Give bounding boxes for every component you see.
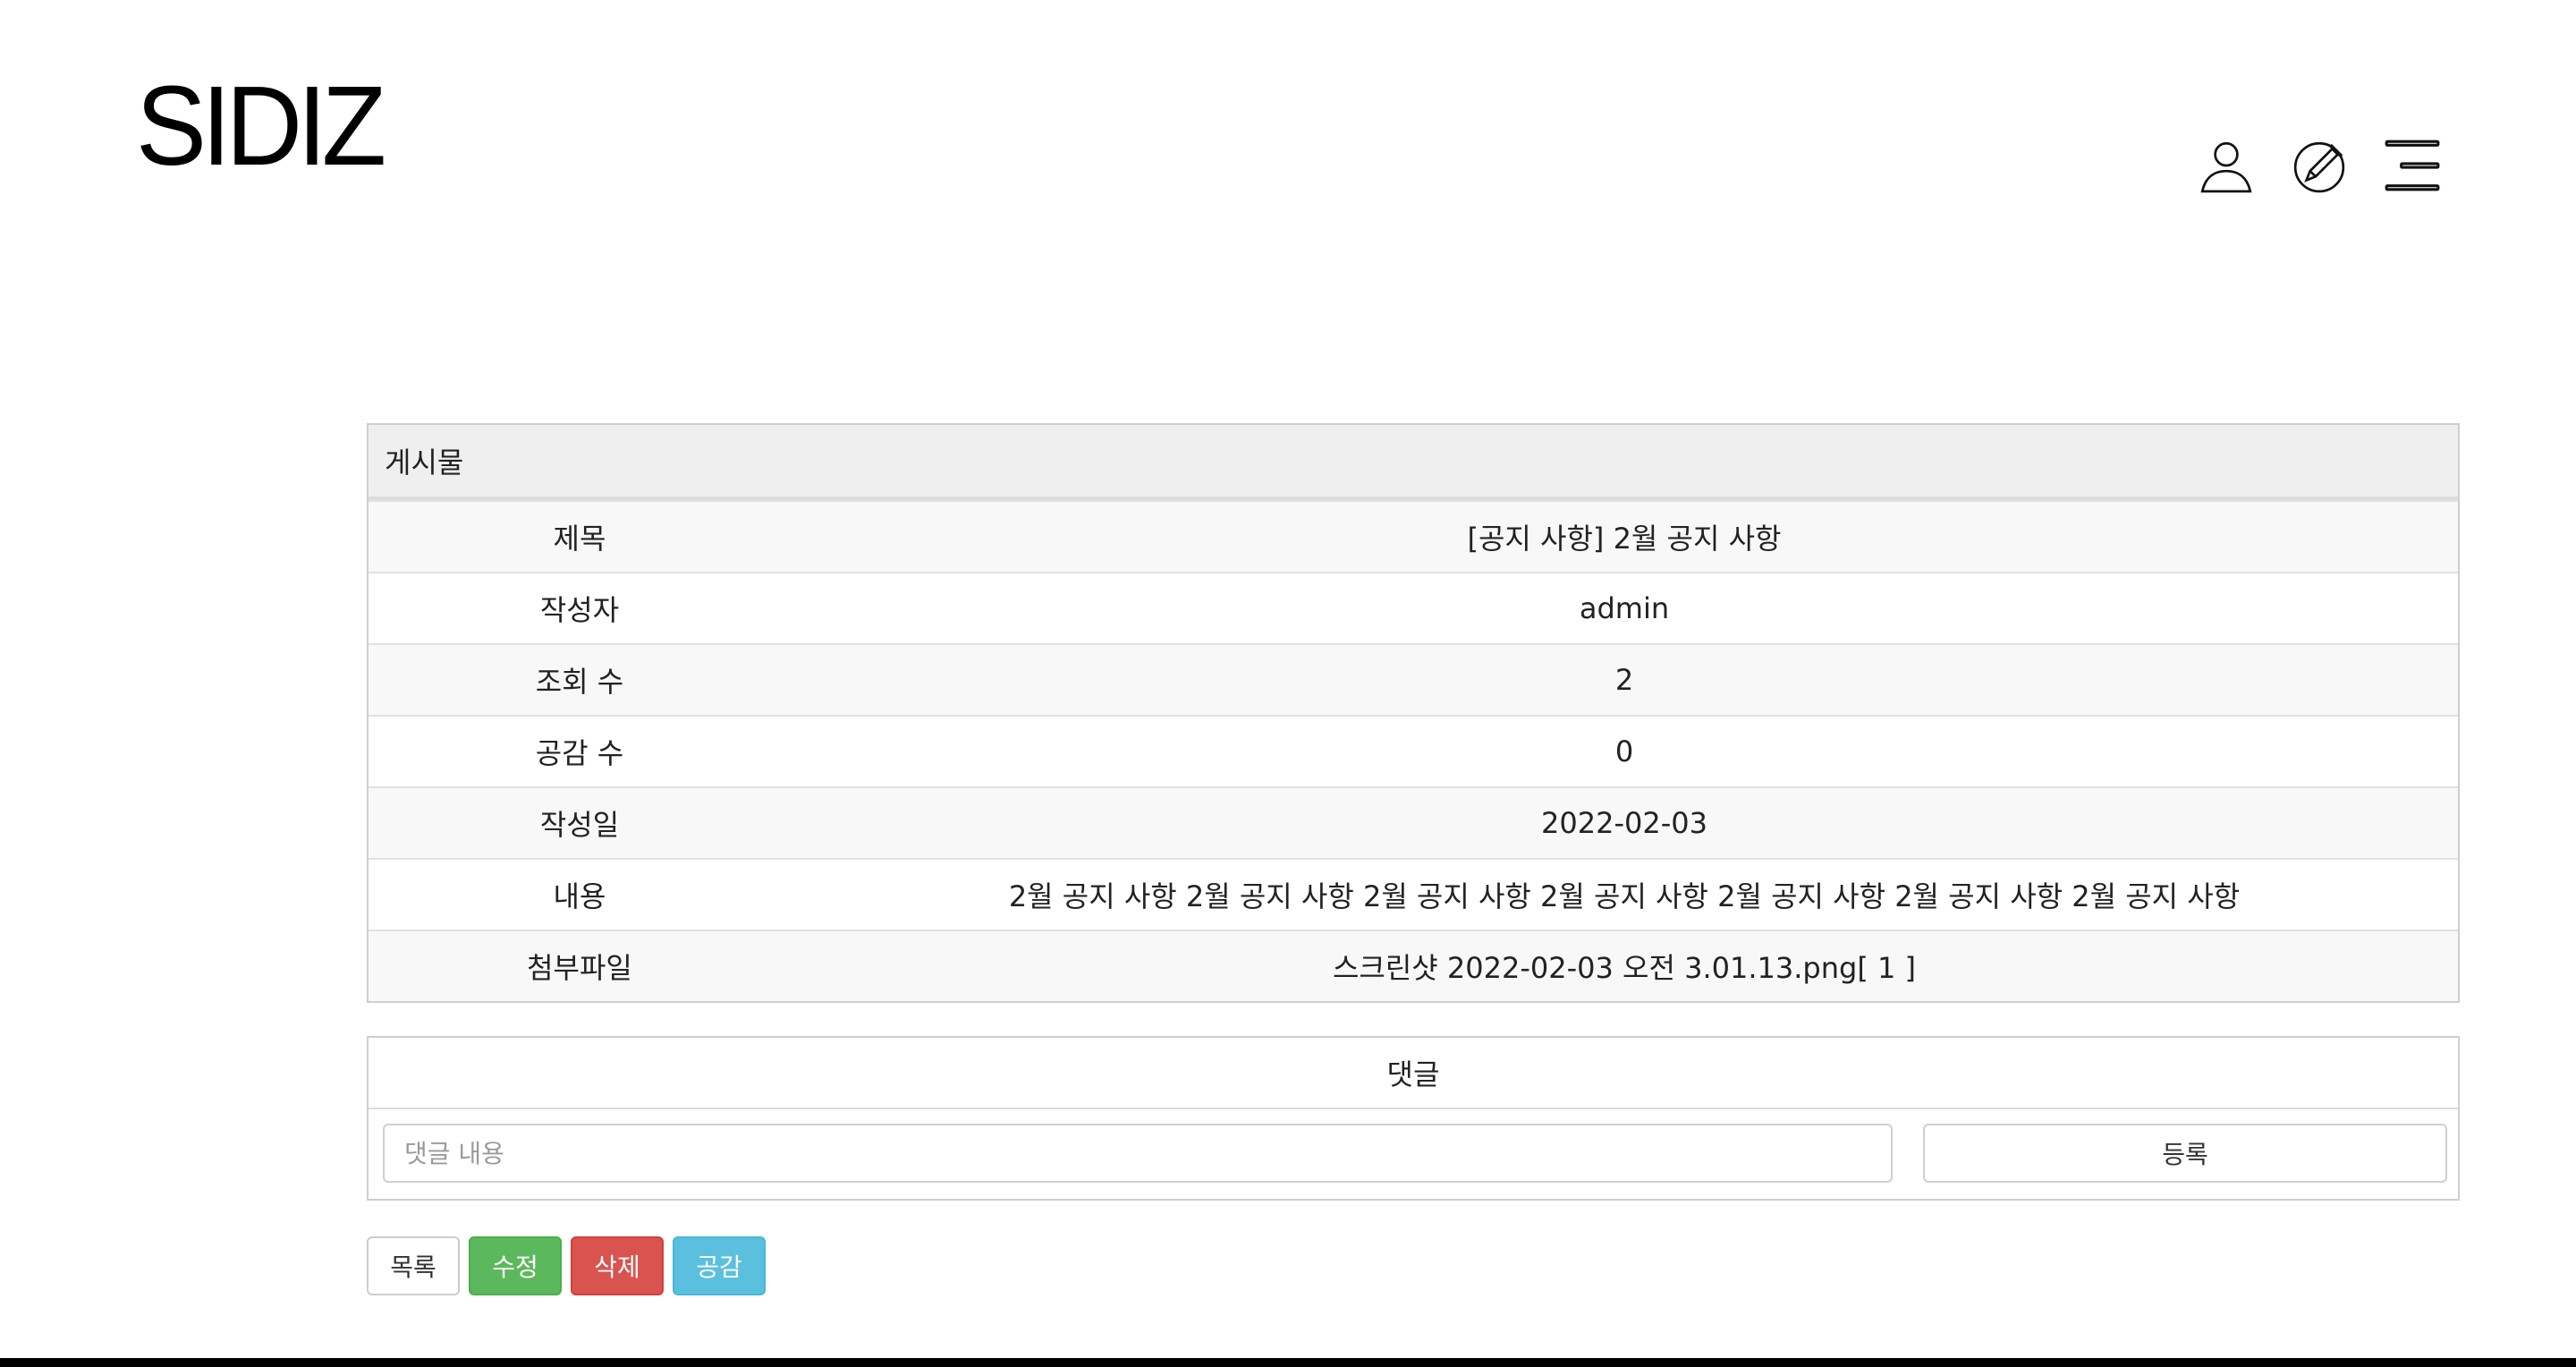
comment-form: 등록 <box>369 1109 2458 1202</box>
table-row: 제목 [공지 사항] 2월 공지 사항 <box>369 500 2458 572</box>
menu-icon[interactable] <box>2381 134 2444 197</box>
row-value-likes: 0 <box>1614 734 1634 768</box>
row-label-date: 작성일 <box>539 808 620 842</box>
user-icon[interactable] <box>2195 134 2258 197</box>
comment-input[interactable] <box>383 1124 1893 1183</box>
logo[interactable]: SIDIZ <box>136 70 386 183</box>
post-table-heading: 게시물 <box>369 425 2458 500</box>
like-button[interactable]: 공감 <box>673 1236 766 1295</box>
edit-icon[interactable] <box>2288 134 2351 197</box>
row-label-views: 조회 수 <box>535 665 624 699</box>
row-value-author: admin <box>1579 591 1670 625</box>
row-label-content: 내용 <box>553 879 606 913</box>
comment-title: 댓글 <box>369 1038 2458 1109</box>
table-row: 첨부파일 스크린샷 2022-02-03 오전 3.01.13.png[ 1 ] <box>369 930 2458 1001</box>
row-value-content: 2월 공지 사항 2월 공지 사항 2월 공지 사항 2월 공지 사항 2월 공… <box>1008 879 2241 913</box>
row-label-title: 제목 <box>553 522 606 556</box>
post-actions: 목록 수정 삭제 공감 <box>367 1236 766 1295</box>
post-table: 게시물 제목 [공지 사항] 2월 공지 사항 작성자 admin 조회 수 2… <box>367 423 2460 1003</box>
comment-submit-button[interactable]: 등록 <box>1923 1124 2447 1183</box>
delete-button[interactable]: 삭제 <box>571 1236 664 1295</box>
row-label-attachment: 첨부파일 <box>527 951 632 985</box>
row-label-author: 작성자 <box>539 593 620 627</box>
comment-panel: 댓글 등록 <box>367 1036 2460 1201</box>
table-row: 작성일 2022-02-03 <box>369 786 2458 858</box>
row-value-date: 2022-02-03 <box>1541 806 1707 840</box>
row-value-views: 2 <box>1614 663 1634 697</box>
row-label-likes: 공감 수 <box>535 736 624 770</box>
edit-button[interactable]: 수정 <box>469 1236 562 1295</box>
attachment-link[interactable]: 스크린샷 2022-02-03 오전 3.01.13.png[ 1 ] <box>791 946 2458 987</box>
table-row: 작성자 admin <box>369 572 2458 643</box>
table-row: 내용 2월 공지 사항 2월 공지 사항 2월 공지 사항 2월 공지 사항 2… <box>369 858 2458 930</box>
table-row: 조회 수 2 <box>369 643 2458 715</box>
list-button[interactable]: 목록 <box>367 1236 460 1295</box>
page: SIDIZ 게시물 제목 [공지 사항] 2월 공지 사항 작성자 admin … <box>0 0 2576 1367</box>
table-row: 공감 수 0 <box>369 715 2458 786</box>
header-icons <box>2195 134 2444 197</box>
row-value-title: [공지 사항] 2월 공지 사항 <box>1467 522 1782 556</box>
